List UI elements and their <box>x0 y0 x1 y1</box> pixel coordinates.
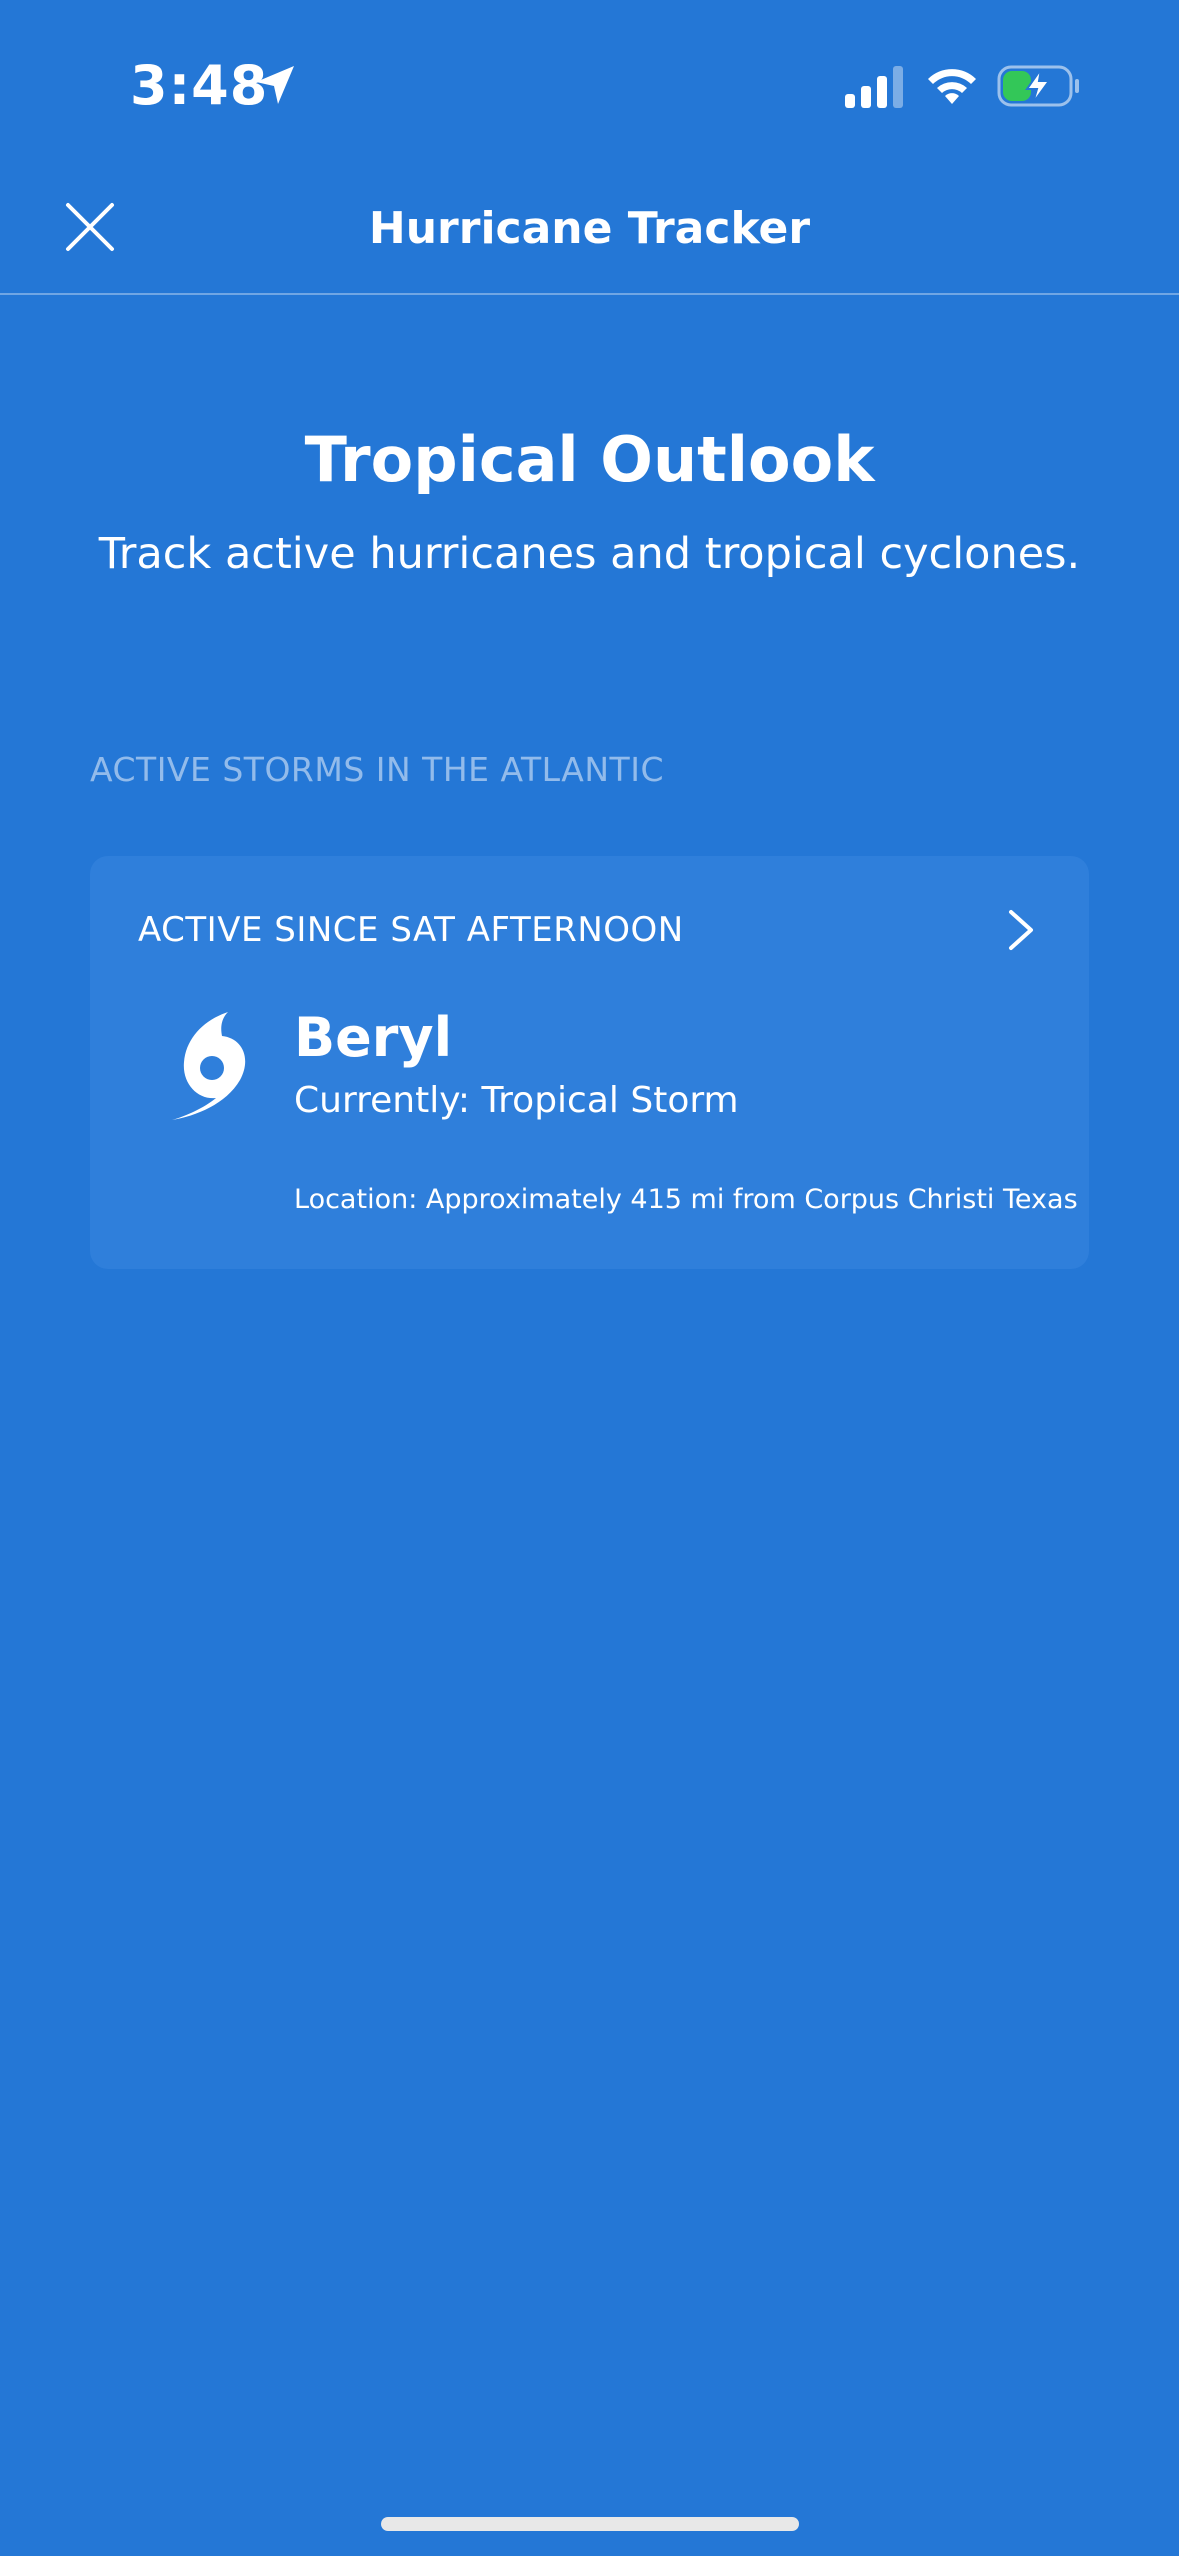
storm-active-since: ACTIVE SINCE SAT AFTERNOON <box>138 910 684 950</box>
storm-name: Beryl <box>294 1006 453 1069</box>
wifi-icon <box>928 69 976 104</box>
status-time: 3:48 <box>130 54 269 117</box>
storm-location: Location: Approximately 415 mi from Corp… <box>294 1184 1078 1215</box>
tropical-storm-icon <box>172 1012 246 1120</box>
nav-bar: Hurricane Tracker <box>0 175 1179 295</box>
nav-title: Hurricane Tracker <box>368 203 811 254</box>
location-arrow-icon <box>256 66 294 104</box>
battery-charging-icon <box>997 65 1079 107</box>
cellular-signal-icon <box>845 66 903 108</box>
section-header: ACTIVE STORMS IN THE ATLANTIC <box>90 750 664 789</box>
status-bar: 3:48 <box>0 0 1179 175</box>
page-subtitle: Track active hurricanes and tropical cyc… <box>98 529 1081 579</box>
home-indicator[interactable] <box>381 2517 799 2531</box>
chevron-right-icon <box>1009 910 1033 950</box>
page-title: Tropical Outlook <box>304 423 875 496</box>
storm-card-beryl[interactable]: ACTIVE SINCE SAT AFTERNOON Beryl Current… <box>90 856 1089 1269</box>
storm-status: Currently: Tropical Storm <box>294 1080 739 1121</box>
